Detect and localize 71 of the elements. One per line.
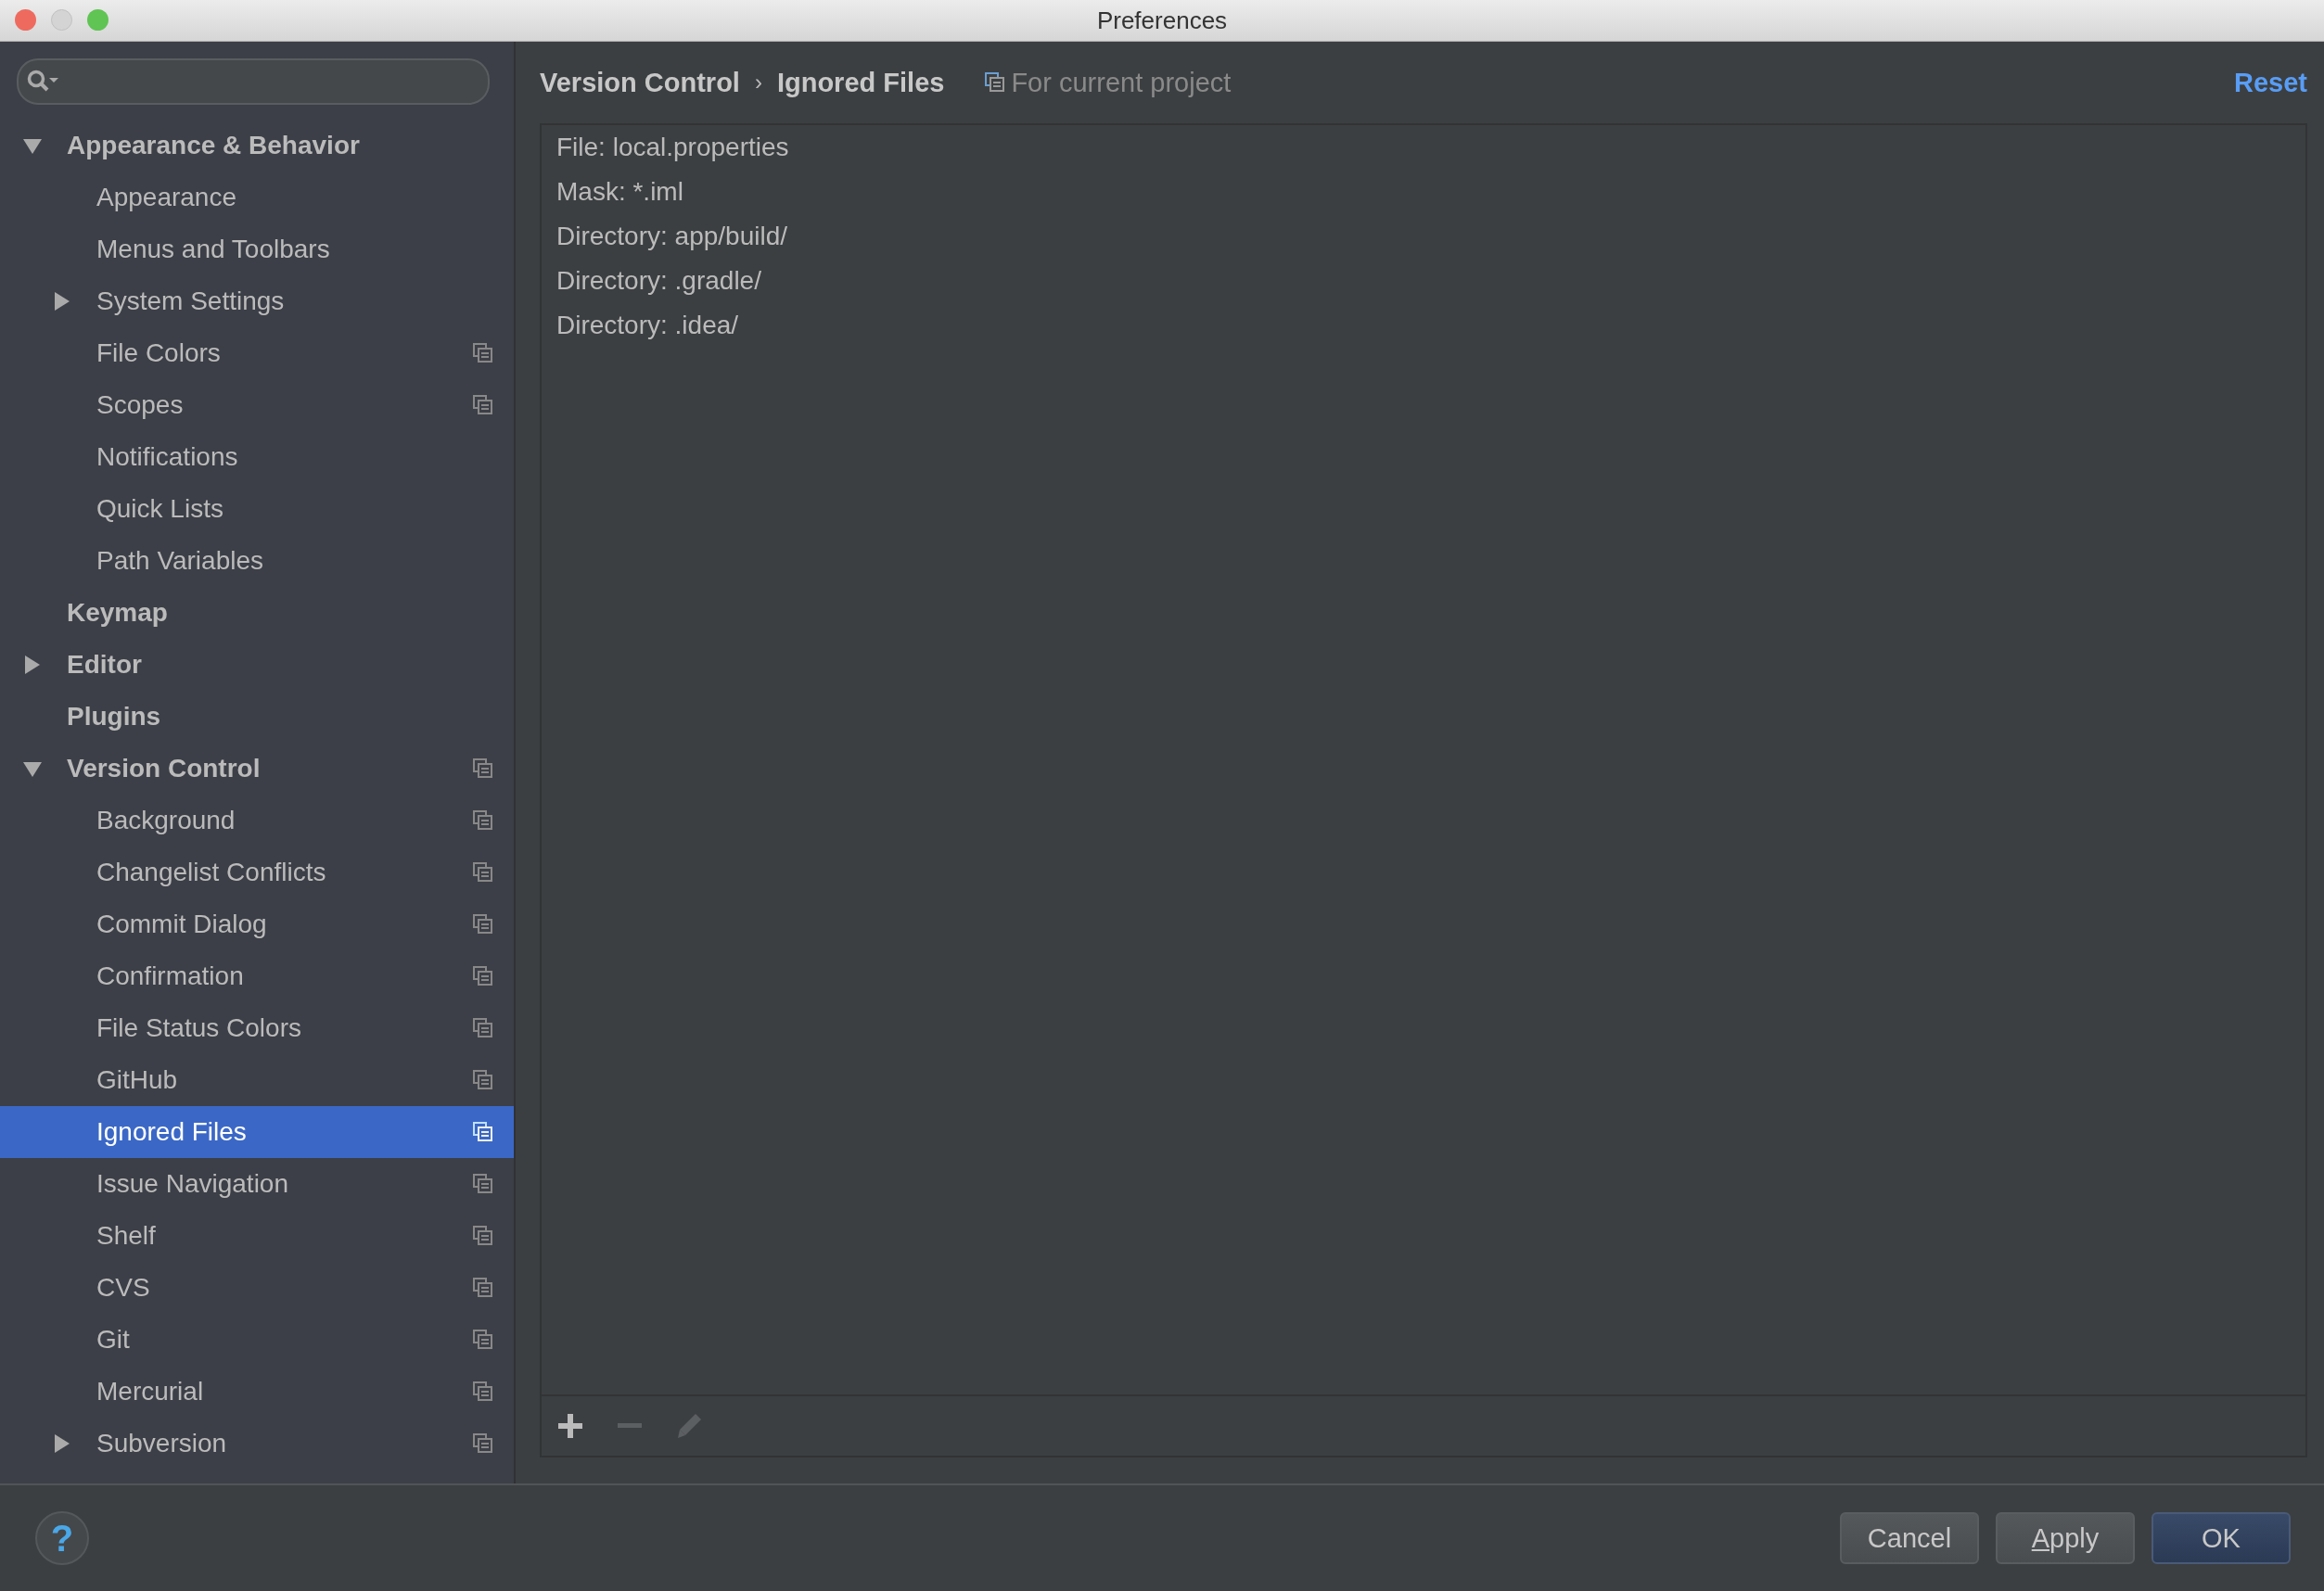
search-field[interactable] bbox=[17, 58, 490, 105]
list-item[interactable]: Mask: *.iml bbox=[556, 170, 2291, 214]
tree-item-label: Subversion bbox=[96, 1429, 228, 1458]
tree-item-label: Keymap bbox=[67, 598, 169, 628]
list-item[interactable]: Directory: .idea/ bbox=[556, 303, 2291, 348]
breadcrumb-separator: › bbox=[754, 70, 762, 95]
tree-item[interactable]: Commit Dialog bbox=[0, 898, 514, 950]
tree-item[interactable]: Appearance bbox=[0, 172, 514, 223]
add-icon[interactable] bbox=[556, 1412, 584, 1440]
tree-item[interactable]: Background bbox=[0, 795, 514, 846]
tree-item[interactable]: Git bbox=[0, 1314, 514, 1366]
window-title: Preferences bbox=[1096, 6, 1228, 35]
tree-item[interactable]: File Status Colors bbox=[0, 1002, 514, 1054]
tree-item[interactable]: Ignored Files bbox=[0, 1106, 514, 1158]
list-item[interactable]: Directory: .gradle/ bbox=[556, 259, 2291, 303]
tree-item-label: Changelist Conflicts bbox=[96, 858, 327, 887]
tree-item-label: Background bbox=[96, 806, 236, 835]
tree-item-label: Git bbox=[96, 1325, 131, 1355]
list-item[interactable]: File: local.properties bbox=[556, 125, 2291, 170]
tree-item[interactable]: Changelist Conflicts bbox=[0, 846, 514, 898]
tree-item[interactable]: Issue Navigation bbox=[0, 1158, 514, 1210]
tree-item-label: Shelf bbox=[96, 1221, 157, 1251]
tree-item[interactable]: Keymap bbox=[0, 587, 514, 639]
tree-item[interactable]: Notifications bbox=[0, 431, 514, 483]
breadcrumb-item: Ignored Files bbox=[776, 67, 945, 98]
tree-item-label: Appearance bbox=[96, 183, 237, 212]
tree-item[interactable]: Menus and Toolbars bbox=[0, 223, 514, 275]
tree-item[interactable]: Appearance & Behavior bbox=[0, 120, 514, 172]
tree-item-label: File Status Colors bbox=[96, 1013, 302, 1043]
tree-item-label: Scopes bbox=[96, 390, 185, 420]
tree-item-label: Menus and Toolbars bbox=[96, 235, 331, 264]
tree-item[interactable]: CVS bbox=[0, 1262, 514, 1314]
scope-label: For current project bbox=[1011, 67, 1232, 98]
tree-item[interactable]: Path Variables bbox=[0, 535, 514, 587]
tree-item[interactable]: Plugins bbox=[0, 691, 514, 743]
tree-item-label: Version Control bbox=[67, 754, 262, 783]
tree-item[interactable]: Mercurial bbox=[0, 1366, 514, 1418]
tree-item-label: Commit Dialog bbox=[96, 910, 268, 939]
tree-item-label: Path Variables bbox=[96, 546, 265, 576]
list-item[interactable]: Directory: app/build/ bbox=[556, 214, 2291, 259]
tree-item-label: System Settings bbox=[96, 286, 286, 316]
tree-item-label: Appearance & Behavior bbox=[67, 131, 361, 160]
dialog-button[interactable]: Cancel bbox=[1840, 1512, 1979, 1564]
tree-item[interactable]: Shelf bbox=[0, 1210, 514, 1262]
tree-item-label: Ignored Files bbox=[96, 1117, 248, 1147]
breadcrumb-item: Version Control bbox=[540, 67, 740, 98]
dialog-button[interactable]: OK bbox=[2152, 1512, 2291, 1564]
tree-item[interactable]: Scopes bbox=[0, 379, 514, 431]
tree-item-label: Editor bbox=[67, 650, 143, 680]
tree-item-label: Mercurial bbox=[96, 1377, 205, 1406]
copy-icon bbox=[985, 72, 1006, 93]
close-button[interactable] bbox=[15, 9, 36, 31]
tree-item-label: CVS bbox=[96, 1273, 151, 1303]
tree-item[interactable]: System Settings bbox=[0, 275, 514, 327]
tree-item-label: Confirmation bbox=[96, 961, 245, 991]
dialog-button[interactable]: Apply bbox=[1996, 1512, 2135, 1564]
reset-link[interactable]: Reset bbox=[2234, 67, 2307, 98]
tree-item[interactable]: Editor bbox=[0, 639, 514, 691]
tree-item[interactable]: Subversion bbox=[0, 1418, 514, 1470]
tree-item-label: Notifications bbox=[96, 442, 239, 472]
tree-item[interactable]: Confirmation bbox=[0, 950, 514, 1002]
tree-item-label: GitHub bbox=[96, 1065, 179, 1095]
tree-item[interactable]: Quick Lists bbox=[0, 483, 514, 535]
help-button[interactable]: ? bbox=[35, 1511, 89, 1565]
tree-item[interactable]: GitHub bbox=[0, 1054, 514, 1106]
tree-item-label: Plugins bbox=[67, 702, 162, 732]
tree-item-label: Quick Lists bbox=[96, 494, 224, 524]
tree-item-label: Issue Navigation bbox=[96, 1169, 289, 1199]
tree-item[interactable]: File Colors bbox=[0, 327, 514, 379]
tree-item-label: File Colors bbox=[96, 338, 222, 368]
tree-item[interactable]: Version Control bbox=[0, 743, 514, 795]
